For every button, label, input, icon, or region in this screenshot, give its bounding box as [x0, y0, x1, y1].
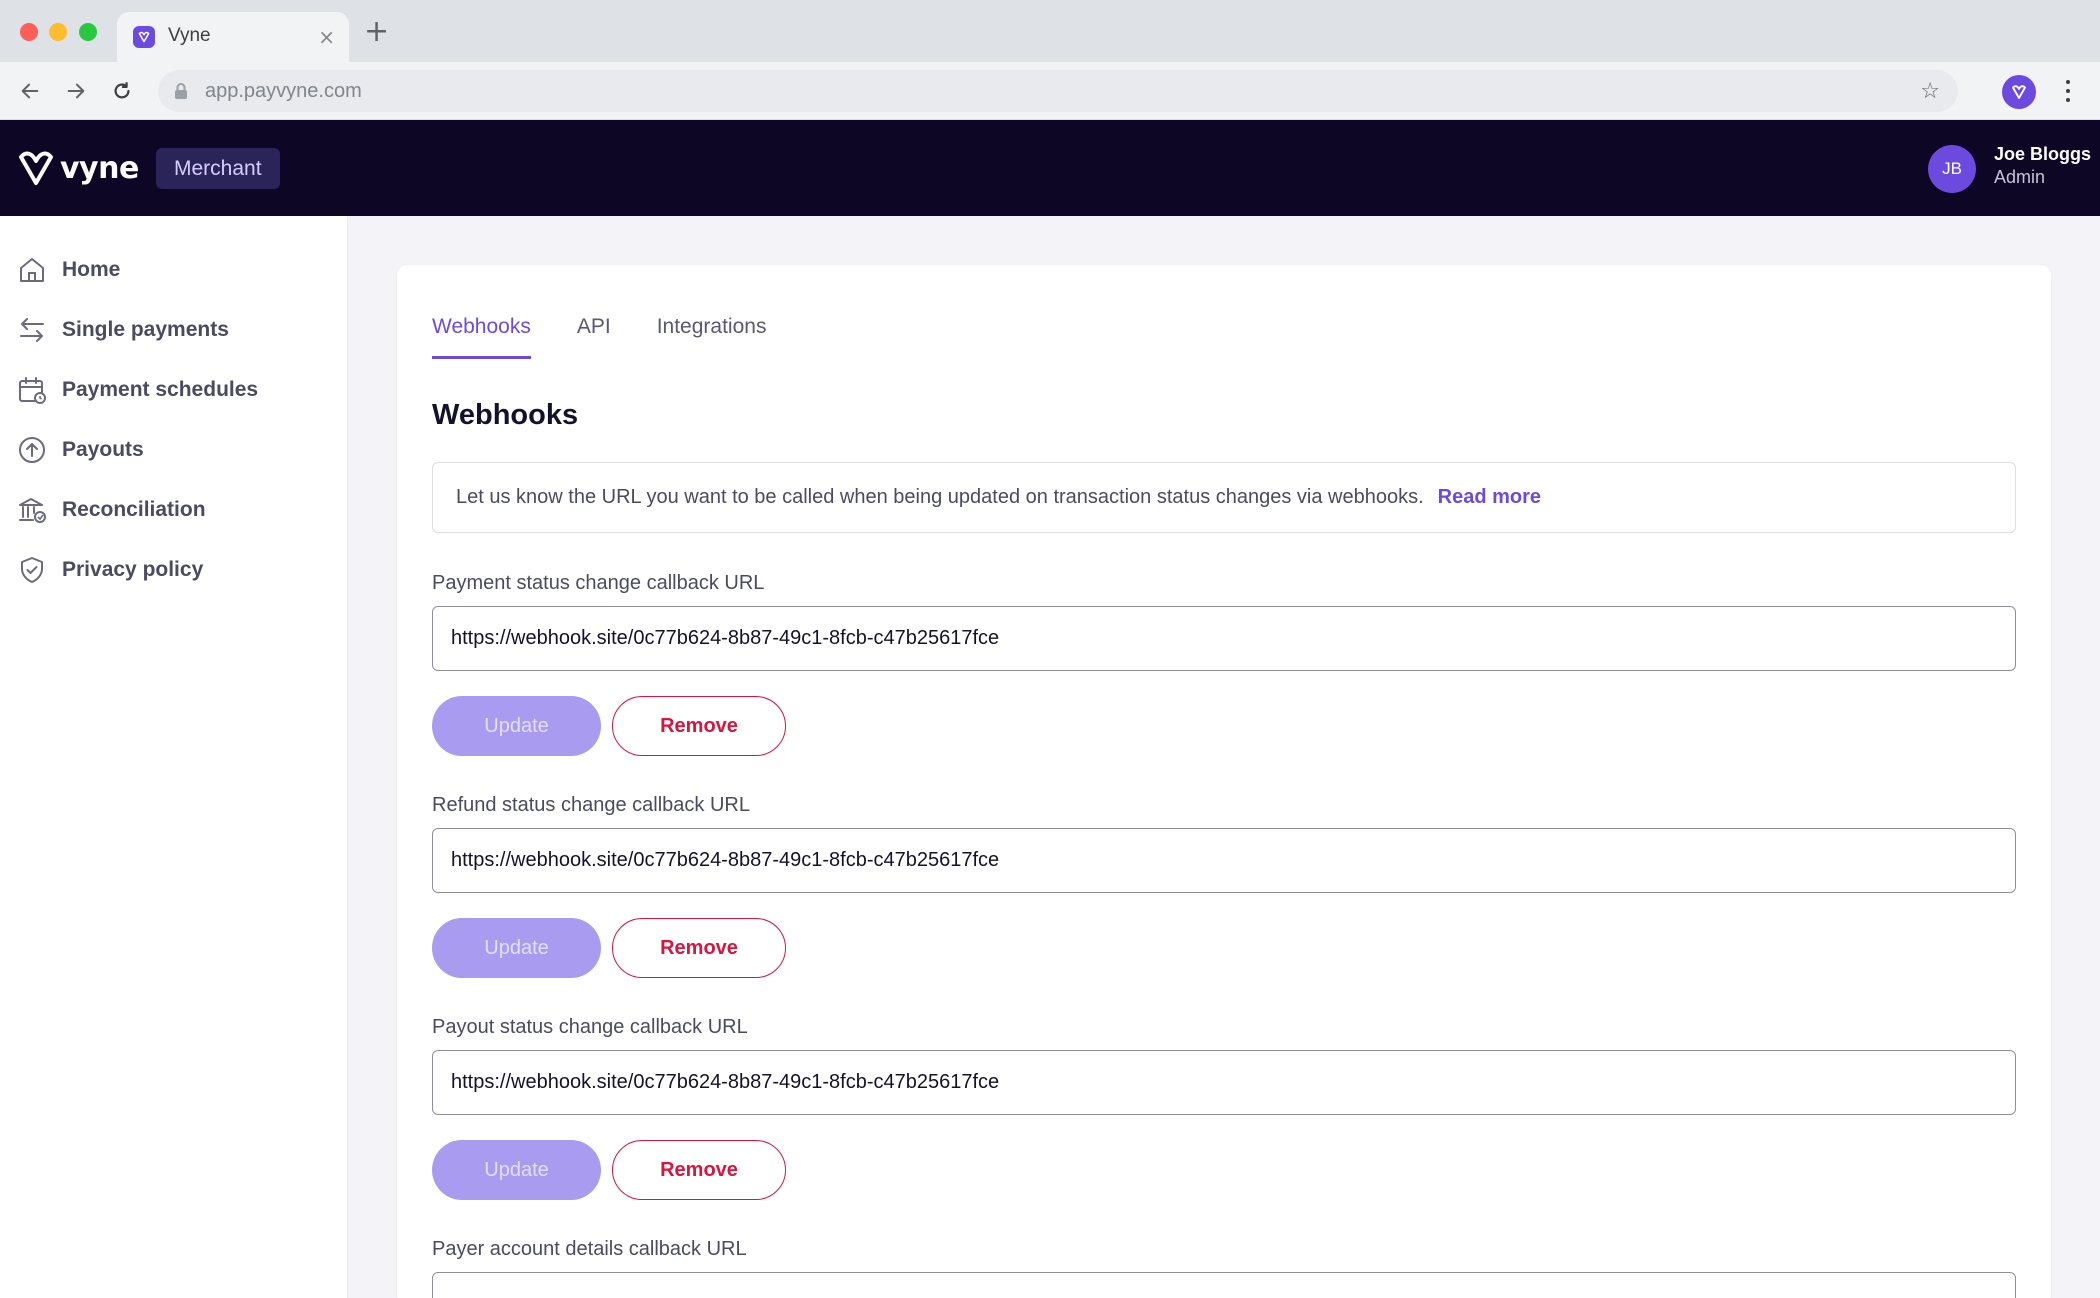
close-tab-icon[interactable]: × [318, 25, 335, 49]
merchant-badge[interactable]: Merchant [156, 148, 280, 189]
sidebar-item-single-payments[interactable]: Single payments [16, 310, 229, 350]
close-window-button[interactable] [20, 23, 38, 41]
sidebar-item-label: Single payments [62, 318, 229, 341]
home-icon [16, 254, 48, 286]
avatar[interactable]: JB [1928, 145, 1976, 193]
reload-icon[interactable] [106, 75, 138, 107]
arrows-swap-icon [16, 314, 48, 346]
sidebar-item-label: Privacy policy [62, 558, 204, 581]
refund-status-url-label: Refund status change callback URL [432, 794, 750, 816]
logo-text: vyne [60, 150, 139, 186]
browser-menu-icon[interactable] [2058, 76, 2078, 106]
read-more-link[interactable]: Read more [1438, 486, 1541, 509]
browser-tab-title: Vyne [168, 25, 211, 46]
sidebar-item-payment-schedules[interactable]: Payment schedules [16, 370, 258, 410]
lock-icon [174, 82, 188, 104]
maximize-window-button[interactable] [79, 23, 97, 41]
update-button[interactable]: Update [432, 696, 601, 756]
browser-tab-bar: Vyne × + [0, 0, 2100, 62]
remove-button[interactable]: Remove [612, 918, 786, 978]
payer-account-url-input[interactable] [432, 1272, 2016, 1298]
settings-tabs: Webhooks API Integrations [432, 315, 812, 359]
arrow-up-circle-icon [16, 434, 48, 466]
user-role: Admin [1994, 167, 2046, 187]
update-button[interactable]: Update [432, 918, 601, 978]
sidebar-item-label: Home [62, 258, 121, 281]
remove-button[interactable]: Remove [612, 1140, 786, 1200]
user-name[interactable]: Joe Bloggs [1994, 144, 2091, 165]
sidebar-item-home[interactable]: Home [16, 250, 120, 290]
vyne-extension-icon[interactable] [2002, 75, 2036, 109]
vyne-logo[interactable]: vyne [16, 148, 139, 188]
payer-account-url-label: Payer account details callback URL [432, 1238, 747, 1260]
new-tab-icon[interactable]: + [364, 17, 389, 47]
info-text: Let us know the URL you want to be calle… [456, 486, 1424, 508]
sidebar-item-payouts[interactable]: Payouts [16, 430, 144, 470]
payout-status-url-input[interactable] [432, 1050, 2016, 1115]
remove-button[interactable]: Remove [612, 696, 786, 756]
vyne-favicon-icon [133, 26, 155, 48]
tab-webhooks[interactable]: Webhooks [432, 315, 531, 359]
forward-icon[interactable] [60, 75, 92, 107]
bank-icon [16, 494, 48, 526]
sidebar-item-privacy-policy[interactable]: Privacy policy [16, 550, 203, 590]
sidebar-item-label: Payment schedules [62, 378, 259, 401]
browser-address-bar: app.payvyne.com ☆ [0, 62, 2100, 120]
minimize-window-button[interactable] [49, 23, 67, 41]
back-icon[interactable] [14, 75, 46, 107]
bookmark-star-icon[interactable]: ☆ [1920, 79, 1940, 104]
url-field[interactable]: app.payvyne.com ☆ [158, 70, 1958, 112]
browser-tab[interactable]: Vyne × [117, 12, 349, 62]
refund-status-url-input[interactable] [432, 828, 2016, 893]
sidebar-item-label: Payouts [62, 438, 144, 461]
sidebar: Home Single payments Payment schedules P… [0, 216, 348, 1298]
settings-card: Webhooks API Integrations Webhooks Let u… [397, 265, 2051, 1298]
update-button[interactable]: Update [432, 1140, 601, 1200]
app-header: vyne Merchant JB Joe Bloggs Admin [0, 120, 2100, 216]
payment-status-url-input[interactable] [432, 606, 2016, 671]
shield-check-icon [16, 554, 48, 586]
sidebar-item-label: Reconciliation [62, 498, 206, 521]
url-text: app.payvyne.com [205, 80, 362, 102]
tab-api[interactable]: API [577, 315, 611, 359]
tab-integrations[interactable]: Integrations [657, 315, 767, 359]
vyne-logo-icon [19, 151, 53, 185]
page-title: Webhooks [432, 399, 579, 431]
sidebar-item-reconciliation[interactable]: Reconciliation [16, 490, 206, 530]
webhooks-info-box: Let us know the URL you want to be calle… [432, 462, 2016, 533]
payout-status-url-label: Payout status change callback URL [432, 1016, 748, 1038]
calendar-icon [16, 374, 48, 406]
payment-status-url-label: Payment status change callback URL [432, 572, 765, 594]
